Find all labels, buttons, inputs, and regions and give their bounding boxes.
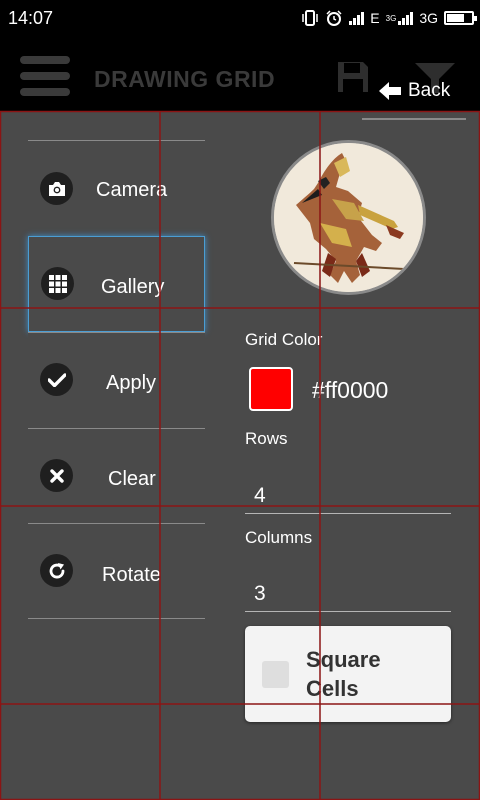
- network-3g: 3G: [419, 10, 438, 26]
- refresh-icon: [40, 554, 73, 587]
- camera-icon: [40, 172, 73, 205]
- puppet-image: [274, 143, 423, 292]
- image-preview[interactable]: [271, 140, 426, 295]
- columns-input[interactable]: 3: [245, 572, 451, 612]
- page-title: DRAWING GRID: [94, 66, 276, 92]
- columns-label: Columns: [245, 528, 313, 547]
- square-cells-checkbox[interactable]: [262, 661, 289, 688]
- apply-button[interactable]: Apply: [28, 332, 205, 428]
- check-icon: [40, 363, 73, 396]
- grid-color-swatch[interactable]: [249, 367, 293, 411]
- signal-icon: [349, 11, 365, 25]
- battery-level: [447, 14, 464, 22]
- vibrate-icon: [302, 10, 319, 26]
- camera-button[interactable]: Camera: [28, 140, 205, 236]
- status-time: 14:07: [8, 8, 54, 28]
- menu-icon-bar: [20, 72, 70, 80]
- square-cells-toggle[interactable]: Square Cells: [245, 626, 451, 722]
- grid-color-label: Grid Color: [245, 330, 323, 349]
- grid-color-value: #ff0000: [312, 377, 389, 403]
- menu-icon-bar: [20, 88, 70, 96]
- app-bar: DRAWING GRID Back: [0, 38, 480, 112]
- columns-value: 3: [254, 582, 266, 605]
- clear-label: Clear: [108, 468, 156, 490]
- camera-label: Camera: [96, 179, 168, 201]
- apply-label: Apply: [106, 372, 157, 394]
- rows-label: Rows: [245, 429, 288, 448]
- back-arrow-icon: [379, 82, 401, 100]
- back-underline: [362, 118, 466, 120]
- grid-icon: [41, 267, 74, 300]
- menu-icon[interactable]: [20, 56, 70, 96]
- square-cells-label: Square Cells: [306, 647, 381, 701]
- status-icons: E 3G 3G: [301, 6, 477, 30]
- network-3g-small: 3G: [385, 13, 397, 23]
- gallery-button[interactable]: Gallery: [28, 236, 205, 332]
- rows-value: 4: [254, 484, 266, 507]
- alarm-icon: [326, 10, 342, 26]
- rotate-label: Rotate: [102, 564, 161, 586]
- back-button[interactable]: Back: [378, 80, 450, 102]
- menu-icon-bar: [20, 56, 70, 64]
- battery-icon: [444, 11, 477, 25]
- save-icon[interactable]: [335, 59, 371, 95]
- signal-icon-2: [398, 11, 414, 25]
- back-label: Back: [408, 80, 451, 101]
- rotate-button[interactable]: Rotate: [28, 523, 205, 619]
- rows-input[interactable]: 4: [245, 474, 451, 514]
- gallery-label: Gallery: [101, 276, 165, 298]
- status-bar: 14:07 E 3G 3G: [0, 0, 480, 38]
- close-icon: [40, 459, 73, 492]
- network-e: E: [370, 10, 380, 26]
- clear-button[interactable]: Clear: [28, 428, 205, 524]
